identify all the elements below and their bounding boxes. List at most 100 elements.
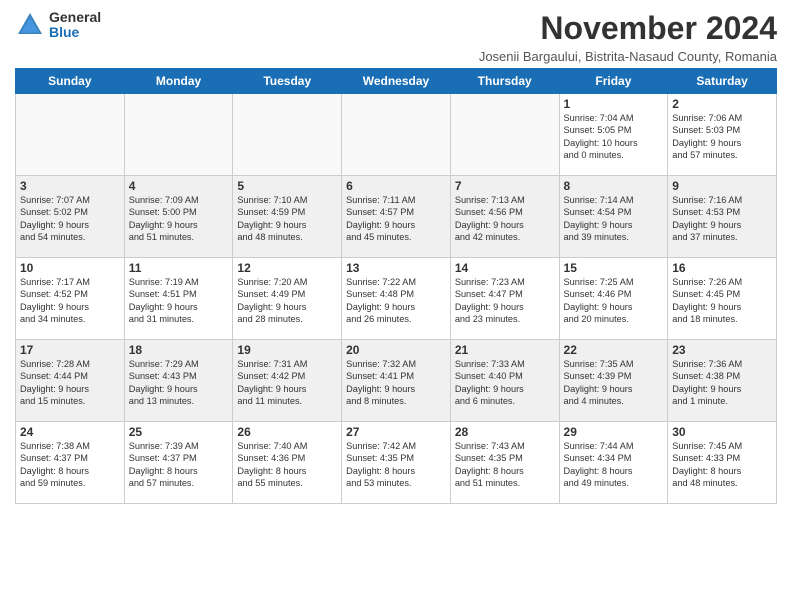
day-number: 27 bbox=[346, 425, 446, 439]
day-cell: 20Sunrise: 7:32 AM Sunset: 4:41 PM Dayli… bbox=[342, 340, 451, 422]
day-detail: Sunrise: 7:43 AM Sunset: 4:35 PM Dayligh… bbox=[455, 440, 555, 490]
day-cell: 22Sunrise: 7:35 AM Sunset: 4:39 PM Dayli… bbox=[559, 340, 668, 422]
day-cell bbox=[16, 94, 125, 176]
day-cell: 9Sunrise: 7:16 AM Sunset: 4:53 PM Daylig… bbox=[668, 176, 777, 258]
day-number: 14 bbox=[455, 261, 555, 275]
day-cell: 27Sunrise: 7:42 AM Sunset: 4:35 PM Dayli… bbox=[342, 422, 451, 504]
day-detail: Sunrise: 7:25 AM Sunset: 4:46 PM Dayligh… bbox=[564, 276, 664, 326]
day-cell bbox=[233, 94, 342, 176]
day-detail: Sunrise: 7:40 AM Sunset: 4:36 PM Dayligh… bbox=[237, 440, 337, 490]
calendar-week-row: 10Sunrise: 7:17 AM Sunset: 4:52 PM Dayli… bbox=[16, 258, 777, 340]
day-cell: 21Sunrise: 7:33 AM Sunset: 4:40 PM Dayli… bbox=[450, 340, 559, 422]
day-number: 8 bbox=[564, 179, 664, 193]
day-number: 26 bbox=[237, 425, 337, 439]
day-number: 24 bbox=[20, 425, 120, 439]
day-number: 21 bbox=[455, 343, 555, 357]
day-cell: 4Sunrise: 7:09 AM Sunset: 5:00 PM Daylig… bbox=[124, 176, 233, 258]
day-detail: Sunrise: 7:31 AM Sunset: 4:42 PM Dayligh… bbox=[237, 358, 337, 408]
day-number: 22 bbox=[564, 343, 664, 357]
day-detail: Sunrise: 7:19 AM Sunset: 4:51 PM Dayligh… bbox=[129, 276, 229, 326]
header-saturday: Saturday bbox=[668, 69, 777, 94]
day-cell: 30Sunrise: 7:45 AM Sunset: 4:33 PM Dayli… bbox=[668, 422, 777, 504]
day-detail: Sunrise: 7:20 AM Sunset: 4:49 PM Dayligh… bbox=[237, 276, 337, 326]
day-detail: Sunrise: 7:29 AM Sunset: 4:43 PM Dayligh… bbox=[129, 358, 229, 408]
day-detail: Sunrise: 7:36 AM Sunset: 4:38 PM Dayligh… bbox=[672, 358, 772, 408]
day-cell: 17Sunrise: 7:28 AM Sunset: 4:44 PM Dayli… bbox=[16, 340, 125, 422]
calendar-header-row: Sunday Monday Tuesday Wednesday Thursday… bbox=[16, 69, 777, 94]
day-cell: 16Sunrise: 7:26 AM Sunset: 4:45 PM Dayli… bbox=[668, 258, 777, 340]
logo-general-text: General bbox=[49, 10, 101, 25]
day-cell: 1Sunrise: 7:04 AM Sunset: 5:05 PM Daylig… bbox=[559, 94, 668, 176]
day-cell: 11Sunrise: 7:19 AM Sunset: 4:51 PM Dayli… bbox=[124, 258, 233, 340]
day-number: 1 bbox=[564, 97, 664, 111]
day-number: 11 bbox=[129, 261, 229, 275]
day-number: 13 bbox=[346, 261, 446, 275]
logo-text: General Blue bbox=[49, 10, 101, 41]
day-cell: 23Sunrise: 7:36 AM Sunset: 4:38 PM Dayli… bbox=[668, 340, 777, 422]
day-detail: Sunrise: 7:11 AM Sunset: 4:57 PM Dayligh… bbox=[346, 194, 446, 244]
day-detail: Sunrise: 7:32 AM Sunset: 4:41 PM Dayligh… bbox=[346, 358, 446, 408]
day-detail: Sunrise: 7:17 AM Sunset: 4:52 PM Dayligh… bbox=[20, 276, 120, 326]
day-detail: Sunrise: 7:26 AM Sunset: 4:45 PM Dayligh… bbox=[672, 276, 772, 326]
header-friday: Friday bbox=[559, 69, 668, 94]
day-detail: Sunrise: 7:42 AM Sunset: 4:35 PM Dayligh… bbox=[346, 440, 446, 490]
header-monday: Monday bbox=[124, 69, 233, 94]
day-number: 10 bbox=[20, 261, 120, 275]
header: General Blue November 2024 Josenii Barga… bbox=[15, 10, 777, 64]
calendar-week-row: 1Sunrise: 7:04 AM Sunset: 5:05 PM Daylig… bbox=[16, 94, 777, 176]
day-number: 18 bbox=[129, 343, 229, 357]
day-detail: Sunrise: 7:07 AM Sunset: 5:02 PM Dayligh… bbox=[20, 194, 120, 244]
day-number: 29 bbox=[564, 425, 664, 439]
day-cell bbox=[450, 94, 559, 176]
day-detail: Sunrise: 7:39 AM Sunset: 4:37 PM Dayligh… bbox=[129, 440, 229, 490]
day-number: 20 bbox=[346, 343, 446, 357]
day-cell: 15Sunrise: 7:25 AM Sunset: 4:46 PM Dayli… bbox=[559, 258, 668, 340]
day-detail: Sunrise: 7:14 AM Sunset: 4:54 PM Dayligh… bbox=[564, 194, 664, 244]
day-number: 3 bbox=[20, 179, 120, 193]
location: Josenii Bargaului, Bistrita-Nasaud Count… bbox=[479, 49, 777, 64]
day-detail: Sunrise: 7:35 AM Sunset: 4:39 PM Dayligh… bbox=[564, 358, 664, 408]
day-number: 28 bbox=[455, 425, 555, 439]
day-cell: 19Sunrise: 7:31 AM Sunset: 4:42 PM Dayli… bbox=[233, 340, 342, 422]
calendar: Sunday Monday Tuesday Wednesday Thursday… bbox=[15, 68, 777, 504]
day-cell: 26Sunrise: 7:40 AM Sunset: 4:36 PM Dayli… bbox=[233, 422, 342, 504]
calendar-week-row: 17Sunrise: 7:28 AM Sunset: 4:44 PM Dayli… bbox=[16, 340, 777, 422]
day-detail: Sunrise: 7:16 AM Sunset: 4:53 PM Dayligh… bbox=[672, 194, 772, 244]
header-tuesday: Tuesday bbox=[233, 69, 342, 94]
day-detail: Sunrise: 7:38 AM Sunset: 4:37 PM Dayligh… bbox=[20, 440, 120, 490]
day-cell: 10Sunrise: 7:17 AM Sunset: 4:52 PM Dayli… bbox=[16, 258, 125, 340]
day-detail: Sunrise: 7:09 AM Sunset: 5:00 PM Dayligh… bbox=[129, 194, 229, 244]
calendar-week-row: 3Sunrise: 7:07 AM Sunset: 5:02 PM Daylig… bbox=[16, 176, 777, 258]
day-detail: Sunrise: 7:10 AM Sunset: 4:59 PM Dayligh… bbox=[237, 194, 337, 244]
day-cell bbox=[342, 94, 451, 176]
header-thursday: Thursday bbox=[450, 69, 559, 94]
day-number: 19 bbox=[237, 343, 337, 357]
day-detail: Sunrise: 7:45 AM Sunset: 4:33 PM Dayligh… bbox=[672, 440, 772, 490]
day-detail: Sunrise: 7:06 AM Sunset: 5:03 PM Dayligh… bbox=[672, 112, 772, 162]
day-detail: Sunrise: 7:13 AM Sunset: 4:56 PM Dayligh… bbox=[455, 194, 555, 244]
day-cell: 12Sunrise: 7:20 AM Sunset: 4:49 PM Dayli… bbox=[233, 258, 342, 340]
day-cell bbox=[124, 94, 233, 176]
day-cell: 13Sunrise: 7:22 AM Sunset: 4:48 PM Dayli… bbox=[342, 258, 451, 340]
header-sunday: Sunday bbox=[16, 69, 125, 94]
page: General Blue November 2024 Josenii Barga… bbox=[0, 0, 792, 612]
day-number: 17 bbox=[20, 343, 120, 357]
calendar-body: 1Sunrise: 7:04 AM Sunset: 5:05 PM Daylig… bbox=[16, 94, 777, 504]
day-number: 5 bbox=[237, 179, 337, 193]
day-cell: 29Sunrise: 7:44 AM Sunset: 4:34 PM Dayli… bbox=[559, 422, 668, 504]
day-cell: 18Sunrise: 7:29 AM Sunset: 4:43 PM Dayli… bbox=[124, 340, 233, 422]
logo: General Blue bbox=[15, 10, 101, 41]
day-number: 30 bbox=[672, 425, 772, 439]
title-section: November 2024 Josenii Bargaului, Bistrit… bbox=[479, 10, 777, 64]
logo-blue-text: Blue bbox=[49, 25, 101, 40]
day-detail: Sunrise: 7:22 AM Sunset: 4:48 PM Dayligh… bbox=[346, 276, 446, 326]
day-detail: Sunrise: 7:33 AM Sunset: 4:40 PM Dayligh… bbox=[455, 358, 555, 408]
day-detail: Sunrise: 7:44 AM Sunset: 4:34 PM Dayligh… bbox=[564, 440, 664, 490]
day-number: 9 bbox=[672, 179, 772, 193]
day-number: 23 bbox=[672, 343, 772, 357]
day-cell: 6Sunrise: 7:11 AM Sunset: 4:57 PM Daylig… bbox=[342, 176, 451, 258]
day-number: 2 bbox=[672, 97, 772, 111]
day-cell: 28Sunrise: 7:43 AM Sunset: 4:35 PM Dayli… bbox=[450, 422, 559, 504]
header-wednesday: Wednesday bbox=[342, 69, 451, 94]
logo-icon bbox=[15, 10, 45, 40]
